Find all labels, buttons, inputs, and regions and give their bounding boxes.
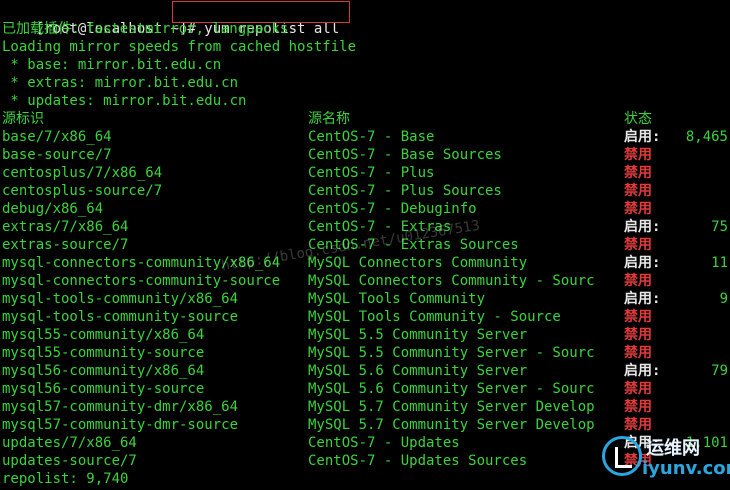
repo-id: extras-source/7: [2, 237, 129, 253]
table-row: mysql55-community-source MySQL 5.5 Commun…: [2, 344, 728, 362]
table-row: centosplus/7/x86_64 CentOS-7 - Plus 禁用: [2, 164, 728, 182]
output-line: * base: mirror.bit.edu.cn: [2, 57, 222, 73]
table-row: mysql-connectors-community/x86_64 MySQL C…: [2, 254, 728, 272]
repo-id: mysql55-community-source: [2, 345, 205, 361]
repo-status: 启用:: [624, 129, 661, 145]
output-line: 已加载插件：fastestmirror, langpacks: [2, 21, 289, 37]
repo-id: updates-source/7: [2, 453, 137, 469]
repo-status: 禁用: [624, 345, 652, 361]
table-row: base/7/x86_64 CentOS-7 - Base 启用: 8,465: [2, 128, 728, 146]
repo-status: 启用:: [624, 291, 661, 307]
repo-count: 11: [711, 255, 728, 271]
repo-name: CentOS-7 - Updates: [308, 435, 460, 451]
repo-name: CentOS-7 - Plus: [308, 165, 435, 181]
table-row: mysql56-community/x86_64 MySQL 5.6 Commun…: [2, 362, 728, 380]
table-row: mysql57-community-dmr/x86_64 MySQL 5.7 Co…: [2, 398, 728, 416]
terminal-window[interactable]: [root@localhost ~]# yum repolist all 已加载…: [0, 0, 730, 490]
repo-id: centosplus-source/7: [2, 183, 163, 199]
repo-name: CentOS-7 - Plus Sources: [308, 183, 502, 199]
table-row: debug/x86_64 CentOS-7 - Debuginfo 禁用: [2, 200, 728, 218]
repo-status: 禁用: [624, 381, 652, 397]
table-row: mysql55-community/x86_64 MySQL 5.5 Commun…: [2, 326, 728, 344]
repo-status: 禁用: [624, 273, 652, 289]
repo-count: 8,465: [685, 129, 728, 145]
repo-id: base-source/7: [2, 147, 112, 163]
repo-status: 启用:: [624, 255, 661, 271]
repo-id: updates/7/x86_64: [2, 435, 137, 451]
repo-status: 禁用: [624, 165, 652, 181]
repo-status: 禁用: [624, 237, 652, 253]
site-logo: 运维网 iyunv.com: [602, 430, 730, 484]
logo-en-text: iyunv.com: [642, 458, 730, 479]
repo-status: 禁用: [624, 201, 652, 217]
logo-icon: [602, 436, 642, 476]
table-row: mysql56-community-source MySQL 5.6 Commun…: [2, 380, 728, 398]
repo-id: mysql57-community-dmr-source: [2, 417, 239, 433]
output-line: * updates: mirror.bit.edu.cn: [2, 93, 247, 109]
output-line: * extras: mirror.bit.edu.cn: [2, 75, 239, 91]
table-row: mysql-connectors-community-source MySQL C…: [2, 272, 728, 290]
repo-status: 禁用: [624, 399, 652, 415]
table-row: mysql-tools-community-source MySQL Tools …: [2, 308, 728, 326]
repo-id: mysql-connectors-community-source: [2, 273, 281, 289]
repo-name: CentOS-7 - Updates Sources: [308, 453, 528, 469]
repo-id: centosplus/7/x86_64: [2, 165, 163, 181]
repo-id: mysql55-community/x86_64: [2, 327, 205, 343]
repo-name: CentOS-7 - Base Sources: [308, 147, 502, 163]
table-row: base-source/7 CentOS-7 - Base Sources 禁用: [2, 146, 728, 164]
repo-status: 启用:: [624, 363, 661, 379]
repo-id: mysql-tools-community/x86_64: [2, 291, 239, 307]
table-header: 源标识 源名称 状态: [2, 110, 728, 128]
logo-cn-text: 运维网: [646, 438, 700, 459]
repo-status: 禁用: [624, 309, 652, 325]
repo-name: MySQL Connectors Community: [308, 255, 528, 271]
table-row: mysql-tools-community/x86_64 MySQL Tools …: [2, 290, 728, 308]
repo-status: 禁用: [624, 183, 652, 199]
repo-name: MySQL 5.6 Community Server - Sourc: [308, 381, 595, 397]
repo-id: mysql57-community-dmr/x86_64: [2, 399, 239, 415]
repo-name: MySQL Tools Community - Source: [308, 309, 561, 325]
repo-id: mysql56-community/x86_64: [2, 363, 205, 379]
output-line: Loading mirror speeds from cached hostfi…: [2, 39, 357, 55]
repo-id: base/7/x86_64: [2, 129, 112, 145]
repo-status: 禁用: [624, 327, 652, 343]
repolist-summary: repolist: 9,740: [2, 471, 129, 487]
repo-name: MySQL 5.7 Community Server Develop: [308, 417, 595, 433]
repo-id: mysql-tools-community-source: [2, 309, 239, 325]
header-status: 状态: [624, 111, 652, 127]
repo-count: 9: [719, 291, 728, 307]
header-id: 源标识: [2, 111, 44, 127]
repo-id: mysql56-community-source: [2, 381, 205, 397]
repo-name: MySQL 5.7 Community Server Develop: [308, 399, 595, 415]
repo-status: 禁用: [624, 147, 652, 163]
table-row: extras/7/x86_64 CentOS-7 - Extras 启用: 75: [2, 218, 728, 236]
repo-id: debug/x86_64: [2, 201, 104, 217]
repo-status: 启用:: [624, 219, 661, 235]
repo-count: 79: [711, 363, 728, 379]
repo-name: MySQL 5.5 Community Server - Sourc: [308, 345, 595, 361]
repo-name: MySQL Tools Community: [308, 291, 486, 307]
header-name: 源名称: [308, 111, 350, 127]
repo-name: MySQL 5.5 Community Server: [308, 327, 528, 343]
repo-name: MySQL Connectors Community - Sourc: [308, 273, 595, 289]
repo-id: extras/7/x86_64: [2, 219, 129, 235]
repo-name: CentOS-7 - Base: [308, 129, 435, 145]
table-row: centosplus-source/7 CentOS-7 - Plus Sourc…: [2, 182, 728, 200]
repo-name: CentOS-7 - Debuginfo: [308, 201, 477, 217]
repo-count: 75: [711, 219, 728, 235]
repo-name: MySQL 5.6 Community Server: [308, 363, 528, 379]
